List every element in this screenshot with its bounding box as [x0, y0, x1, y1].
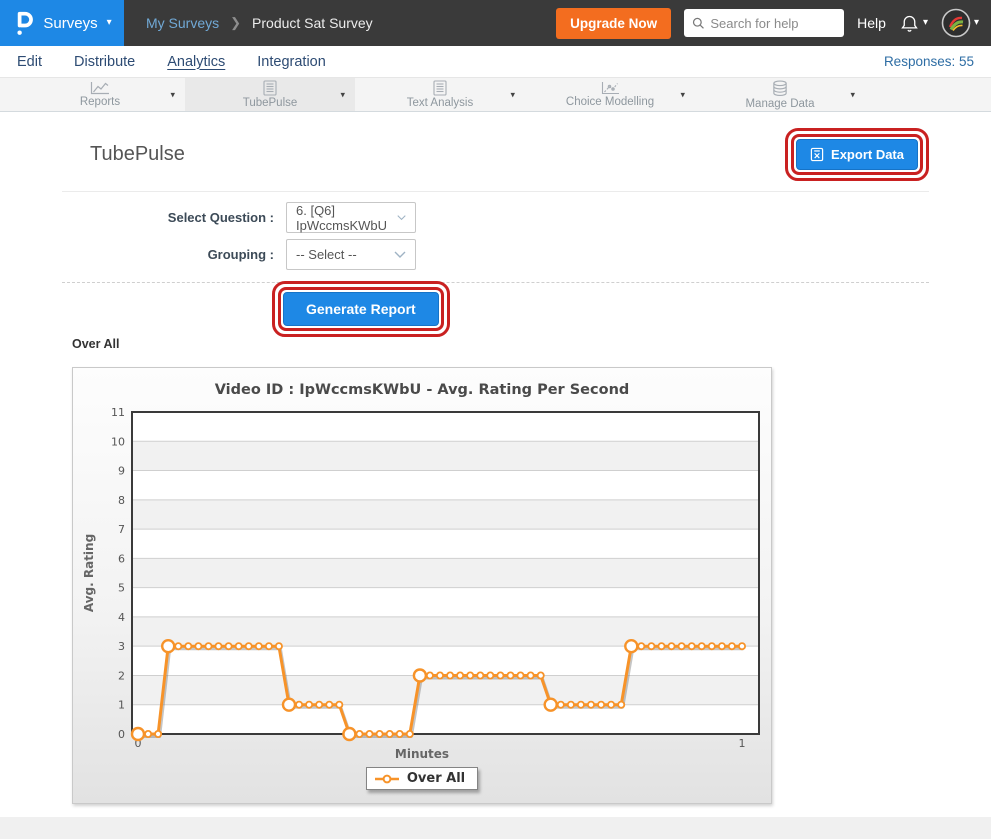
user-menu[interactable]: ▾ [941, 8, 979, 38]
annotation-highlight: Export Data [785, 128, 929, 181]
report-document-icon [263, 80, 277, 96]
annotation-highlight: Generate Report [272, 281, 450, 337]
grouping-label: Grouping : [62, 247, 286, 262]
surveys-product-menu[interactable]: Surveys ▾ [0, 0, 124, 46]
surveys-menu-label: Surveys [43, 15, 97, 32]
topbar-right: Upgrade Now Help ▾ ▾ [556, 8, 991, 39]
svg-text:3: 3 [118, 640, 125, 653]
heading-row: TubePulse Export Data [62, 112, 929, 192]
svg-text:1: 1 [739, 737, 746, 747]
responses-count: Responses: 55 [884, 54, 974, 69]
nav-edit[interactable]: Edit [17, 54, 42, 70]
x-axis-label: Minutes [73, 747, 771, 761]
chart-title: Video ID : IpWccmsKWbU - Avg. Rating Per… [73, 382, 771, 398]
tab-choice-modelling[interactable]: Choice Modelling ▾ [525, 78, 695, 111]
grouping-row: Grouping : -- Select -- [62, 239, 929, 270]
tab-label: Text Analysis [407, 97, 473, 109]
chevron-down-icon [397, 214, 406, 221]
chevron-down-icon: ▾ [974, 18, 979, 28]
chevron-down-icon[interactable]: ▾ [680, 89, 685, 100]
dashed-divider [62, 282, 929, 283]
legend-label: Over All [407, 771, 465, 786]
tab-label: TubePulse [243, 97, 298, 109]
select-question-dropdown[interactable]: 6. [Q6] IpWccmsKWbU [286, 202, 416, 233]
line-chart-icon [90, 81, 110, 95]
tab-text-analysis[interactable]: Text Analysis ▾ [355, 78, 525, 111]
help-link[interactable]: Help [857, 15, 886, 31]
report-document-icon [433, 80, 447, 96]
svg-text:6: 6 [118, 552, 125, 565]
chart-panel: Video ID : IpWccmsKWbU - Avg. Rating Per… [72, 367, 772, 804]
topbar: Surveys ▾ My Surveys ❯ Product Sat Surve… [0, 0, 991, 46]
nav-analytics[interactable]: Analytics [167, 54, 225, 70]
select-question-value: 6. [Q6] IpWccmsKWbU [296, 203, 397, 233]
report-form: Select Question : 6. [Q6] IpWccmsKWbU Gr… [62, 202, 929, 270]
page-title: TubePulse [90, 143, 185, 166]
grouping-value: -- Select -- [296, 247, 357, 262]
tab-manage-data[interactable]: Manage Data ▾ [695, 78, 865, 111]
svg-text:10: 10 [111, 435, 125, 448]
help-search [684, 9, 844, 37]
svg-text:1: 1 [118, 699, 125, 712]
main-content: TubePulse Export Data Select Question [0, 112, 991, 817]
nav-integration[interactable]: Integration [257, 54, 326, 70]
svg-text:4: 4 [118, 611, 125, 624]
avatar [941, 8, 971, 38]
annotation-highlight-inner: Generate Report [278, 287, 444, 331]
select-question-row: Select Question : 6. [Q6] IpWccmsKWbU [62, 202, 929, 233]
svg-text:9: 9 [118, 465, 125, 478]
nav-distribute[interactable]: Distribute [74, 54, 135, 70]
tab-label: Manage Data [745, 98, 814, 110]
questionpro-logo-icon [12, 7, 34, 39]
tab-tubepulse[interactable]: TubePulse ▾ [185, 78, 355, 111]
svg-text:7: 7 [118, 523, 125, 536]
export-spreadsheet-icon [810, 147, 824, 162]
chevron-down-icon[interactable]: ▾ [340, 89, 345, 100]
search-input[interactable] [710, 16, 836, 31]
generate-report-button[interactable]: Generate Report [283, 292, 439, 326]
chevron-down-icon[interactable]: ▾ [510, 89, 515, 100]
annotation-highlight-inner: Export Data [791, 134, 923, 175]
svg-text:0: 0 [118, 728, 125, 741]
tab-label: Choice Modelling [566, 96, 654, 108]
svg-text:2: 2 [118, 669, 125, 682]
search-icon [692, 16, 704, 30]
analytics-tabbar: Reports ▾ TubePulse ▾ Text Analysis ▾ Ch… [0, 78, 991, 112]
svg-text:5: 5 [118, 582, 125, 595]
svg-text:11: 11 [111, 406, 125, 419]
breadcrumb: My Surveys ❯ Product Sat Survey [146, 15, 373, 31]
svg-text:8: 8 [118, 494, 125, 507]
export-data-label: Export Data [831, 147, 904, 162]
breadcrumb-my-surveys[interactable]: My Surveys [146, 15, 219, 31]
svg-text:Avg. Rating: Avg. Rating [82, 534, 96, 612]
grouping-dropdown[interactable]: -- Select -- [286, 239, 416, 270]
legend-item-overall[interactable]: Over All [366, 767, 478, 790]
scatter-chart-icon [601, 81, 620, 95]
chevron-down-icon: ▾ [923, 18, 928, 28]
survey-nav: Edit Distribute Analytics Integration Re… [0, 46, 991, 78]
tab-label: Reports [80, 96, 120, 108]
tab-reports[interactable]: Reports ▾ [15, 78, 185, 111]
breadcrumb-current: Product Sat Survey [252, 15, 373, 31]
notifications-button[interactable]: ▾ [899, 12, 928, 35]
chevron-down-icon [394, 251, 406, 258]
chevron-down-icon[interactable]: ▾ [850, 89, 855, 100]
rating-line-chart: 0123456789101101Avg. Rating [73, 402, 773, 747]
select-question-label: Select Question : [62, 210, 286, 225]
upgrade-now-button[interactable]: Upgrade Now [556, 8, 671, 39]
database-icon [772, 80, 788, 97]
chevron-down-icon[interactable]: ▾ [170, 89, 175, 100]
section-label: Over All [72, 337, 929, 351]
bell-icon [899, 12, 920, 35]
breadcrumb-separator-icon: ❯ [230, 15, 241, 31]
chevron-down-icon: ▾ [107, 18, 112, 28]
export-data-button[interactable]: Export Data [796, 139, 918, 170]
legend-series-marker-icon [374, 773, 400, 785]
